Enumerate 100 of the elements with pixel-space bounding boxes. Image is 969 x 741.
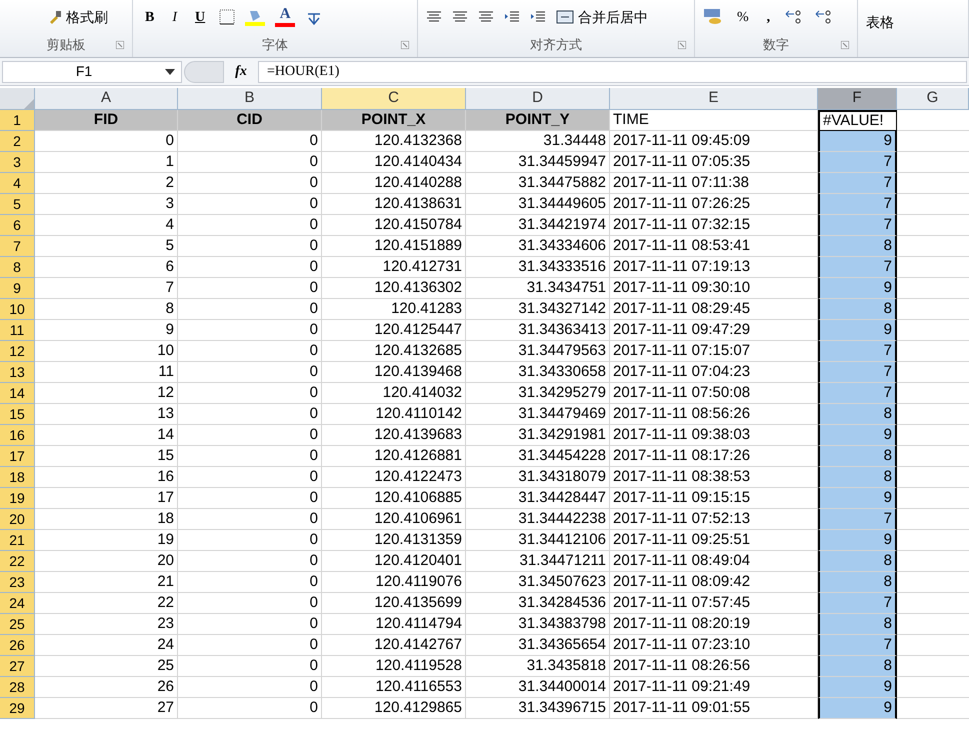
column-header[interactable]: F [818,88,897,110]
row-header[interactable]: 16 [0,425,35,446]
dialog-launcher-icon[interactable] [678,41,686,49]
table-cell: 120.4106961 [322,509,466,530]
table-cell: 1 [35,152,178,173]
indent-icon[interactable] [504,11,520,23]
brush-icon[interactable] [48,10,62,24]
align-icon[interactable] [452,11,468,23]
row-header[interactable]: 12 [0,341,35,362]
table-cell: 2017-11-11 09:25:51 [610,530,818,551]
table-cell: 2017-11-11 08:09:42 [610,572,818,593]
row-header[interactable]: 29 [0,698,35,719]
table-format-label[interactable]: 表格 [866,12,894,32]
table-cell: 7 [818,257,897,278]
align-icon[interactable] [426,11,442,23]
formula-text[interactable]: =HOUR(E1) [267,61,340,82]
table-cell: 0 [178,278,322,299]
row-header[interactable]: 27 [0,656,35,677]
borders-icon[interactable] [219,9,236,25]
row-header[interactable]: 3 [0,152,35,173]
row-header[interactable]: 6 [0,215,35,236]
table-cell: 2017-11-11 07:52:13 [610,509,818,530]
table-cell: 0 [178,677,322,698]
merge-center-button[interactable]: 合并后居中 [556,6,648,28]
row-header[interactable]: 26 [0,635,35,656]
accounting-icon[interactable] [703,8,723,26]
table-cell: 14 [35,425,178,446]
dialog-launcher-icon[interactable] [841,41,849,49]
format-button[interactable]: , [762,6,774,28]
row-header[interactable]: 8 [0,257,35,278]
table-cell: 5 [35,236,178,257]
format-button[interactable]: % [733,6,753,28]
row-header[interactable]: 10 [0,299,35,320]
fill-color-icon[interactable] [245,8,266,26]
column-header[interactable]: A [35,88,178,110]
table-cell: 18 [35,509,178,530]
table-cell: 0 [178,593,322,614]
name-box[interactable]: F1 [2,60,182,82]
column-header[interactable]: E [610,88,818,110]
row-header[interactable]: 25 [0,614,35,635]
insert-function-icon[interactable]: fx [226,61,256,82]
row-header[interactable]: 4 [0,173,35,194]
table-cell: 0 [178,131,322,152]
row-header[interactable]: 15 [0,404,35,425]
font-color-button[interactable]: A [275,7,296,27]
table-cell: 22 [35,593,178,614]
row-header[interactable]: 14 [0,383,35,404]
table-cell: 8 [818,446,897,467]
format-button[interactable]: I [168,6,182,28]
table-cell: 31.34448 [466,131,610,152]
table-cell: 31.34396715 [466,698,610,719]
table-cell: 0 [35,131,178,152]
column-header[interactable]: B [178,88,322,110]
row-header[interactable]: 23 [0,572,35,593]
align-icon[interactable] [478,11,494,23]
table-cell: 0 [178,383,322,404]
table-cell: 31.34333516 [466,257,610,278]
indent-icon[interactable] [530,11,546,23]
row-header[interactable]: 7 [0,236,35,257]
row-header[interactable]: 28 [0,677,35,698]
format-button[interactable]: U [191,6,210,28]
formula-bar-handle[interactable] [184,60,224,82]
table-cell: 9 [818,698,897,719]
table-cell: 2017-11-11 07:23:10 [610,635,818,656]
format-button[interactable]: B [141,6,158,28]
table-cell: 120.4136302 [322,278,466,299]
row-header[interactable]: 20 [0,509,35,530]
row-header[interactable]: 19 [0,488,35,509]
dialog-launcher-icon[interactable] [116,41,124,49]
row-header[interactable]: 9 [0,278,35,299]
row-header[interactable]: 21 [0,530,35,551]
table-cell: 9 [818,425,897,446]
table-cell: 8 [818,236,897,257]
table-cell: 2017-11-11 09:38:03 [610,425,818,446]
table-cell: 2017-11-11 08:56:26 [610,404,818,425]
table-cell: 120.4139468 [322,362,466,383]
row-header[interactable]: 5 [0,194,35,215]
merge-cells-icon[interactable] [556,10,574,24]
row-header[interactable]: 2 [0,131,35,152]
row-header[interactable]: 13 [0,362,35,383]
dialog-launcher-icon[interactable] [401,41,409,49]
column-header[interactable]: G [897,88,969,110]
column-header[interactable]: C [322,88,466,110]
format-painter-button[interactable]: 格式刷 [48,6,108,28]
row-header[interactable]: 11 [0,320,35,341]
group-label: 对齐方式 [530,36,582,54]
table-cell: 27 [35,698,178,719]
table-cell: 120.4119528 [322,656,466,677]
table-header-cell: FID [35,110,178,131]
table-cell: 11 [35,362,178,383]
row-header[interactable]: 17 [0,446,35,467]
row-header[interactable]: 18 [0,467,35,488]
row-header[interactable]: 22 [0,551,35,572]
table-cell: 31.34459947 [466,152,610,173]
table-cell: 7 [818,509,897,530]
column-header[interactable]: D [466,88,610,110]
row-header[interactable]: 1 [0,110,35,131]
table-cell: 2017-11-11 07:26:25 [610,194,818,215]
table-cell: 0 [178,572,322,593]
row-header[interactable]: 24 [0,593,35,614]
